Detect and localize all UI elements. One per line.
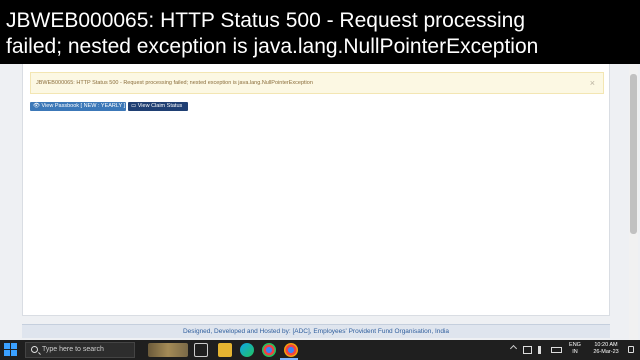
windows-start-icon[interactable] xyxy=(4,343,18,357)
clock[interactable]: 10:20 AM 26-Mar-23 xyxy=(588,342,624,356)
search-icon xyxy=(31,346,38,353)
caption-line-1: JBWEB000065: HTTP Status 500 - Request p… xyxy=(6,9,526,32)
chrome-profile-icon[interactable] xyxy=(284,343,298,357)
page-footer: Designed, Developed and Hosted by: [ADC]… xyxy=(22,324,610,338)
close-icon[interactable]: × xyxy=(590,73,595,93)
card-icon: ▭ xyxy=(131,103,138,109)
claim-button-label: View Claim Status xyxy=(137,103,183,109)
edge-browser-icon[interactable] xyxy=(240,343,254,357)
chevron-up-icon[interactable] xyxy=(509,344,518,353)
passbook-button-label: View Passbook [ NEW : YEARLY ] xyxy=(41,103,126,109)
windows-taskbar: Type here to search ENG IN 10:20 AM 26-M… xyxy=(0,340,640,360)
footer-text: Designed, Developed and Hosted by: [ADC]… xyxy=(182,328,450,335)
network-icon[interactable] xyxy=(523,346,532,354)
browser-viewport: JBWEB000065: HTTP Status 500 - Request p… xyxy=(0,64,640,340)
task-view-icon[interactable] xyxy=(194,343,208,357)
clock-time: 10:20 AM xyxy=(594,342,618,348)
file-explorer-icon[interactable] xyxy=(218,343,232,357)
error-alert: JBWEB000065: HTTP Status 500 - Request p… xyxy=(30,72,604,94)
system-tray: ENG IN 10:20 AM 26-Mar-23 xyxy=(494,340,634,360)
notification-icon[interactable] xyxy=(628,346,634,353)
weather-widget-icon[interactable] xyxy=(148,343,188,357)
clock-date: 26-Mar-23 xyxy=(593,349,619,355)
caption-line-2: failed; nested exception is java.lang.Nu… xyxy=(6,35,539,58)
taskbar-search-box[interactable]: Type here to search xyxy=(25,342,135,358)
search-placeholder: Type here to search xyxy=(42,346,104,353)
lang-line-2: IN xyxy=(572,349,578,355)
scrollbar-thumb[interactable] xyxy=(630,74,637,234)
view-passbook-button[interactable]: 👁 View Passbook [ NEW : YEARLY ] xyxy=(30,102,126,111)
view-claim-status-button[interactable]: ▭ View Claim Status xyxy=(128,102,188,111)
language-indicator[interactable]: ENG IN xyxy=(566,342,584,356)
eye-icon: 👁 xyxy=(33,103,42,109)
battery-icon[interactable] xyxy=(551,347,562,353)
speaker-icon[interactable] xyxy=(538,346,546,354)
lang-line-1: ENG xyxy=(569,342,581,348)
page-scrollbar[interactable] xyxy=(629,64,638,340)
alert-message: JBWEB000065: HTTP Status 500 - Request p… xyxy=(36,80,313,86)
chrome-icon[interactable] xyxy=(262,343,276,357)
video-caption: JBWEB000065: HTTP Status 500 - Request p… xyxy=(0,0,640,64)
